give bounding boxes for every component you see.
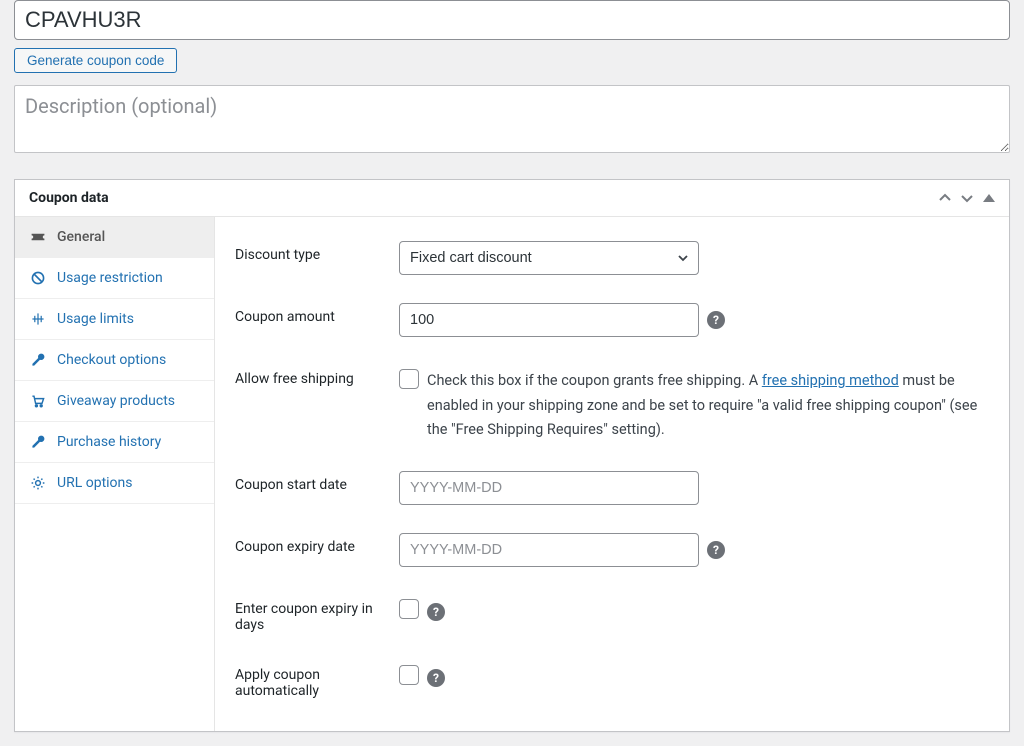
wrench-icon: [29, 352, 47, 368]
gear-icon: [29, 475, 47, 491]
description-textarea[interactable]: [14, 85, 1010, 153]
sidebar-item-usage-limits[interactable]: Usage limits: [15, 299, 214, 340]
sidebar-item-checkout-options[interactable]: Checkout options: [15, 340, 214, 381]
tab-content-general: Discount type Fixed cart discount: [215, 217, 1009, 731]
free-shipping-description: Check this box if the coupon grants free…: [427, 369, 989, 443]
limits-icon: [29, 311, 47, 327]
coupon-tabs-sidebar: General Usage restriction Usage limits: [15, 217, 215, 731]
sidebar-item-label: URL options: [57, 475, 133, 491]
discount-type-select[interactable]: Fixed cart discount: [399, 241, 699, 275]
panel-header: Coupon data: [15, 180, 1009, 217]
help-icon[interactable]: ?: [427, 603, 445, 621]
start-date-input[interactable]: [399, 471, 699, 505]
expiry-days-checkbox[interactable]: [399, 599, 419, 619]
panel-move-up-icon[interactable]: [939, 192, 951, 204]
panel-title: Coupon data: [29, 190, 109, 206]
wrench-icon: [29, 434, 47, 450]
free-shipping-label: Allow free shipping: [235, 365, 399, 387]
free-shipping-method-link[interactable]: free shipping method: [762, 372, 899, 389]
start-date-label: Coupon start date: [235, 471, 399, 493]
help-icon[interactable]: ?: [707, 311, 725, 329]
sidebar-item-label: Giveaway products: [57, 393, 175, 409]
discount-type-label: Discount type: [235, 241, 399, 263]
coupon-data-panel: Coupon data General: [14, 179, 1010, 732]
sidebar-item-label: General: [57, 229, 105, 245]
sidebar-item-usage-restriction[interactable]: Usage restriction: [15, 258, 214, 299]
coupon-amount-label: Coupon amount: [235, 303, 399, 325]
apply-auto-checkbox[interactable]: [399, 665, 419, 685]
sidebar-item-label: Checkout options: [57, 352, 166, 368]
help-icon[interactable]: ?: [707, 541, 725, 559]
expiry-date-input[interactable]: [399, 533, 699, 567]
expiry-days-label: Enter coupon expiry in days: [235, 595, 399, 633]
cart-icon: [29, 393, 47, 409]
sidebar-item-giveaway-products[interactable]: Giveaway products: [15, 381, 214, 422]
generate-coupon-button[interactable]: Generate coupon code: [14, 48, 177, 73]
expiry-date-label: Coupon expiry date: [235, 533, 399, 555]
free-shipping-checkbox[interactable]: [399, 369, 419, 389]
sidebar-item-label: Purchase history: [57, 434, 161, 450]
sidebar-item-general[interactable]: General: [15, 217, 214, 258]
ban-icon: [29, 270, 47, 286]
sidebar-item-label: Usage restriction: [57, 270, 163, 286]
apply-auto-label: Apply coupon automatically: [235, 661, 399, 699]
panel-move-down-icon[interactable]: [961, 192, 973, 204]
ticket-icon: [29, 229, 47, 245]
sidebar-item-url-options[interactable]: URL options: [15, 463, 214, 504]
help-icon[interactable]: ?: [427, 669, 445, 687]
coupon-amount-input[interactable]: [399, 303, 699, 337]
coupon-code-input[interactable]: [14, 0, 1010, 40]
sidebar-item-purchase-history[interactable]: Purchase history: [15, 422, 214, 463]
panel-toggle-icon[interactable]: [983, 191, 995, 206]
sidebar-item-label: Usage limits: [57, 311, 134, 327]
